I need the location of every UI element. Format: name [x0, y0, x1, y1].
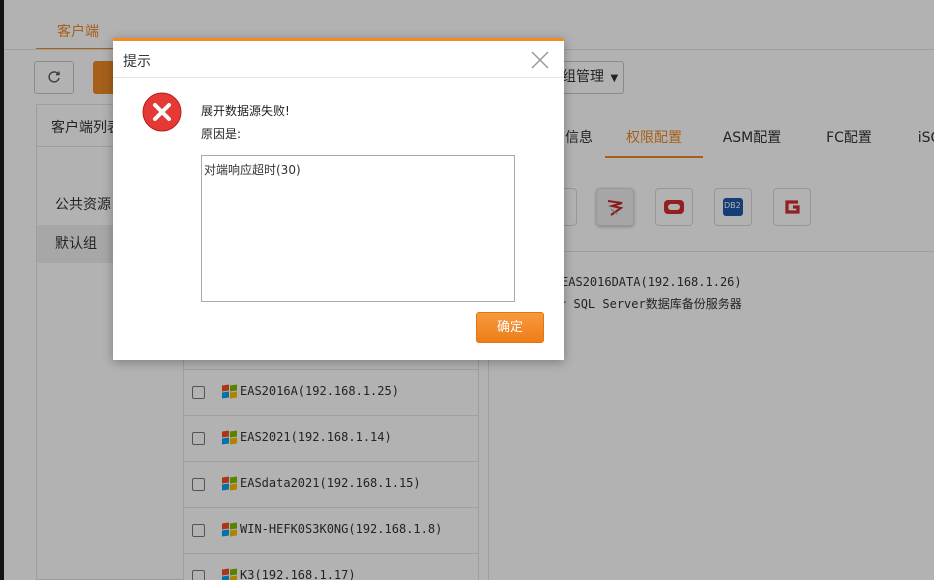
error-icon: [142, 92, 182, 132]
reason-label: 原因是:: [201, 127, 242, 141]
dialog-title: 提示: [123, 54, 151, 70]
dialog-header: 提示: [113, 41, 564, 78]
error-message: 展开数据源失败!: [201, 104, 290, 118]
close-icon[interactable]: [529, 49, 551, 71]
ok-button[interactable]: 确定: [476, 312, 544, 343]
reason-textarea[interactable]: 对端响应超时(30): [201, 155, 515, 302]
error-dialog: 提示 展开数据源失败! 原因是: 对端响应超时(30) 确定: [113, 38, 564, 360]
